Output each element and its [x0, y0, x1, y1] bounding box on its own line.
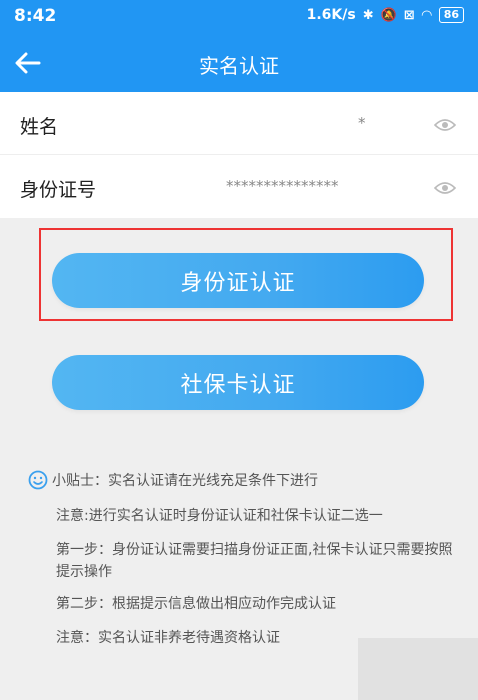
name-row: 姓名 *: [0, 92, 478, 155]
bluetooth-icon: ✱: [362, 7, 374, 23]
tip-header-text: 小贴士：实名认证请在光线充足条件下进行: [52, 473, 318, 489]
status-time: 8:42: [14, 6, 57, 26]
id-number-label: 身份证号: [20, 179, 97, 201]
wifi-icon: ◠: [421, 7, 432, 23]
name-label: 姓名: [20, 116, 59, 138]
name-value: *: [358, 114, 367, 132]
nav-bar: 实名认证: [0, 34, 478, 92]
eye-icon[interactable]: [434, 181, 456, 195]
page-title: 实名认证: [199, 54, 279, 78]
mute-icon: 🔕: [380, 7, 397, 23]
network-speed: 1.6K/s: [306, 7, 356, 23]
tip-header: 小贴士：实名认证请在光线充足条件下进行: [28, 470, 318, 490]
smiley-icon: [28, 470, 48, 490]
status-indicators: 1.6K/s ✱ 🔕 ⊠ ◠ 86: [307, 7, 464, 23]
tip-item: 第一步：身份证认证需要扫描身份证正面,社保卡认证只需要按照提示操作: [56, 542, 453, 580]
tip-item: 注意:进行实名认证时身份证认证和社保卡认证二选一: [56, 508, 383, 524]
social-card-auth-button[interactable]: 社保卡认证: [52, 355, 424, 410]
status-bar: 8:42 1.6K/s ✱ 🔕 ⊠ ◠ 86: [0, 0, 478, 34]
id-number-row: 身份证号 ***************: [0, 155, 478, 218]
tip-item: 第二步：根据提示信息做出相应动作完成认证: [56, 596, 336, 612]
eye-icon[interactable]: [434, 118, 456, 132]
identity-form: 姓名 * 身份证号 ***************: [0, 92, 478, 218]
battery-icon: 86: [438, 7, 464, 23]
id-number-value: ***************: [226, 177, 339, 195]
sim-icon: ⊠: [403, 7, 415, 23]
blurred-overlay: [358, 638, 478, 700]
id-card-auth-button[interactable]: 身份证认证: [52, 253, 424, 308]
